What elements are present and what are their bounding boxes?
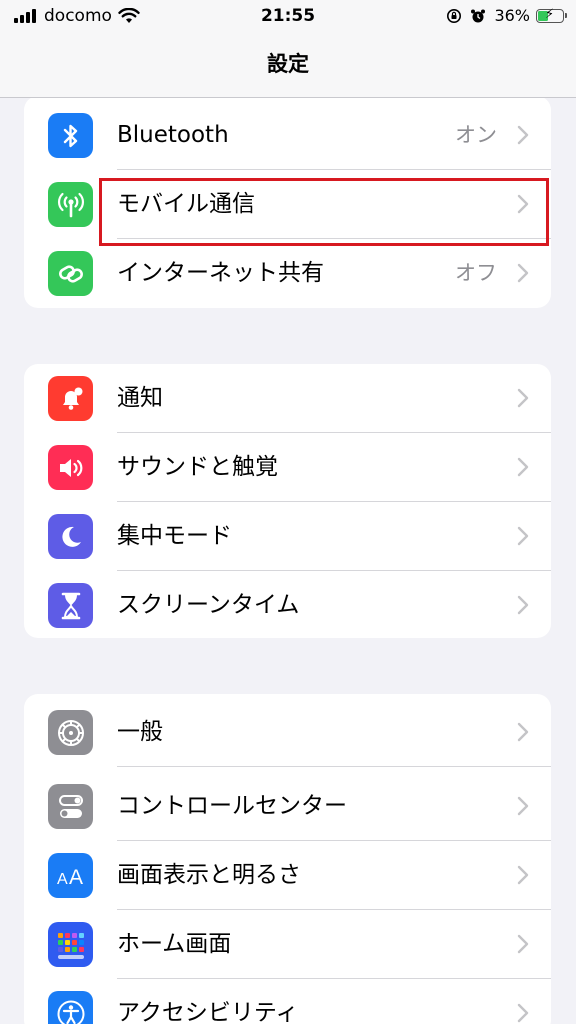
chevron-right-icon (517, 125, 529, 145)
gear-icon (48, 710, 93, 755)
settings-row-label: スクリーンタイム (117, 592, 300, 618)
toggles-icon (48, 784, 93, 829)
settings-row-notifications[interactable]: 通知 (24, 364, 551, 433)
hotspot-link-icon (48, 251, 93, 296)
settings-group-notifications: 通知 サウンドと触覚 集中モード スクリーンタイム (24, 364, 551, 638)
home-grid-icon (48, 922, 93, 967)
chevron-right-icon (517, 595, 529, 615)
settings-row-focus[interactable]: 集中モード (24, 502, 551, 571)
settings-row-general[interactable]: 一般 (24, 698, 551, 767)
settings-row-label: Bluetooth (117, 122, 229, 148)
chevron-right-icon (517, 388, 529, 408)
settings-row-label: アクセシビリティ (117, 1000, 299, 1024)
settings-row-home-screen[interactable]: ホーム画面 (24, 910, 551, 979)
chevron-right-icon (517, 1003, 529, 1023)
bluetooth-icon (48, 113, 93, 158)
settings-row-bluetooth[interactable]: Bluetooth オン (24, 101, 551, 170)
status-bar: docomo 21:55 36% ⚡ (0, 0, 576, 34)
settings-row-sounds-haptics[interactable]: サウンドと触覚 (24, 433, 551, 502)
settings-group-general: 一般 コントロールセンター A A 画面表示と明るさ ホーム画面 アクセシビリテ… (24, 694, 551, 1024)
settings-row-personal-hotspot[interactable]: インターネット共有 オフ (24, 239, 551, 308)
page-title: 設定 (267, 52, 309, 76)
moon-icon (48, 514, 93, 559)
svg-text:A: A (69, 866, 83, 888)
chevron-right-icon (517, 934, 529, 954)
header: docomo 21:55 36% ⚡ 設定 (0, 0, 576, 98)
settings-row-label: 一般 (117, 719, 163, 745)
settings-screen: docomo 21:55 36% ⚡ 設定 Bluetooth オン モバイル通… (0, 0, 576, 1024)
accessibility-icon (48, 991, 93, 1024)
chevron-right-icon (517, 796, 529, 816)
settings-row-display-brightness[interactable]: A A 画面表示と明るさ (24, 841, 551, 910)
settings-row-label: 集中モード (117, 523, 232, 549)
chevron-right-icon (517, 457, 529, 477)
settings-row-control-center[interactable]: コントロールセンター (24, 772, 551, 841)
text-size-icon: A A (48, 853, 93, 898)
settings-row-label: コントロールセンター (117, 793, 347, 819)
orientation-lock-icon (447, 8, 462, 23)
settings-row-label: 画面表示と明るさ (117, 862, 301, 888)
settings-row-label: ホーム画面 (117, 931, 232, 957)
battery-percent: 36% (494, 6, 530, 25)
alarm-icon (471, 9, 486, 22)
svg-text:A: A (57, 871, 68, 888)
settings-row-label: 通知 (117, 385, 163, 411)
highlight-box (99, 178, 549, 246)
settings-row-screen-time[interactable]: スクリーンタイム (24, 571, 551, 638)
antenna-icon (48, 182, 93, 227)
speaker-icon (48, 445, 93, 490)
notification-bell-icon (48, 376, 93, 421)
settings-row-value: オフ (455, 261, 497, 285)
hourglass-icon (48, 583, 93, 628)
settings-row-accessibility[interactable]: アクセシビリティ (24, 979, 551, 1024)
settings-row-label: サウンドと触覚 (117, 454, 278, 480)
settings-row-label: インターネット共有 (117, 260, 324, 286)
chevron-right-icon (517, 722, 529, 742)
chevron-right-icon (517, 526, 529, 546)
settings-row-value: オン (455, 123, 497, 147)
chevron-right-icon (517, 865, 529, 885)
chevron-right-icon (517, 263, 529, 283)
battery-charging-icon: ⚡ (536, 7, 567, 23)
